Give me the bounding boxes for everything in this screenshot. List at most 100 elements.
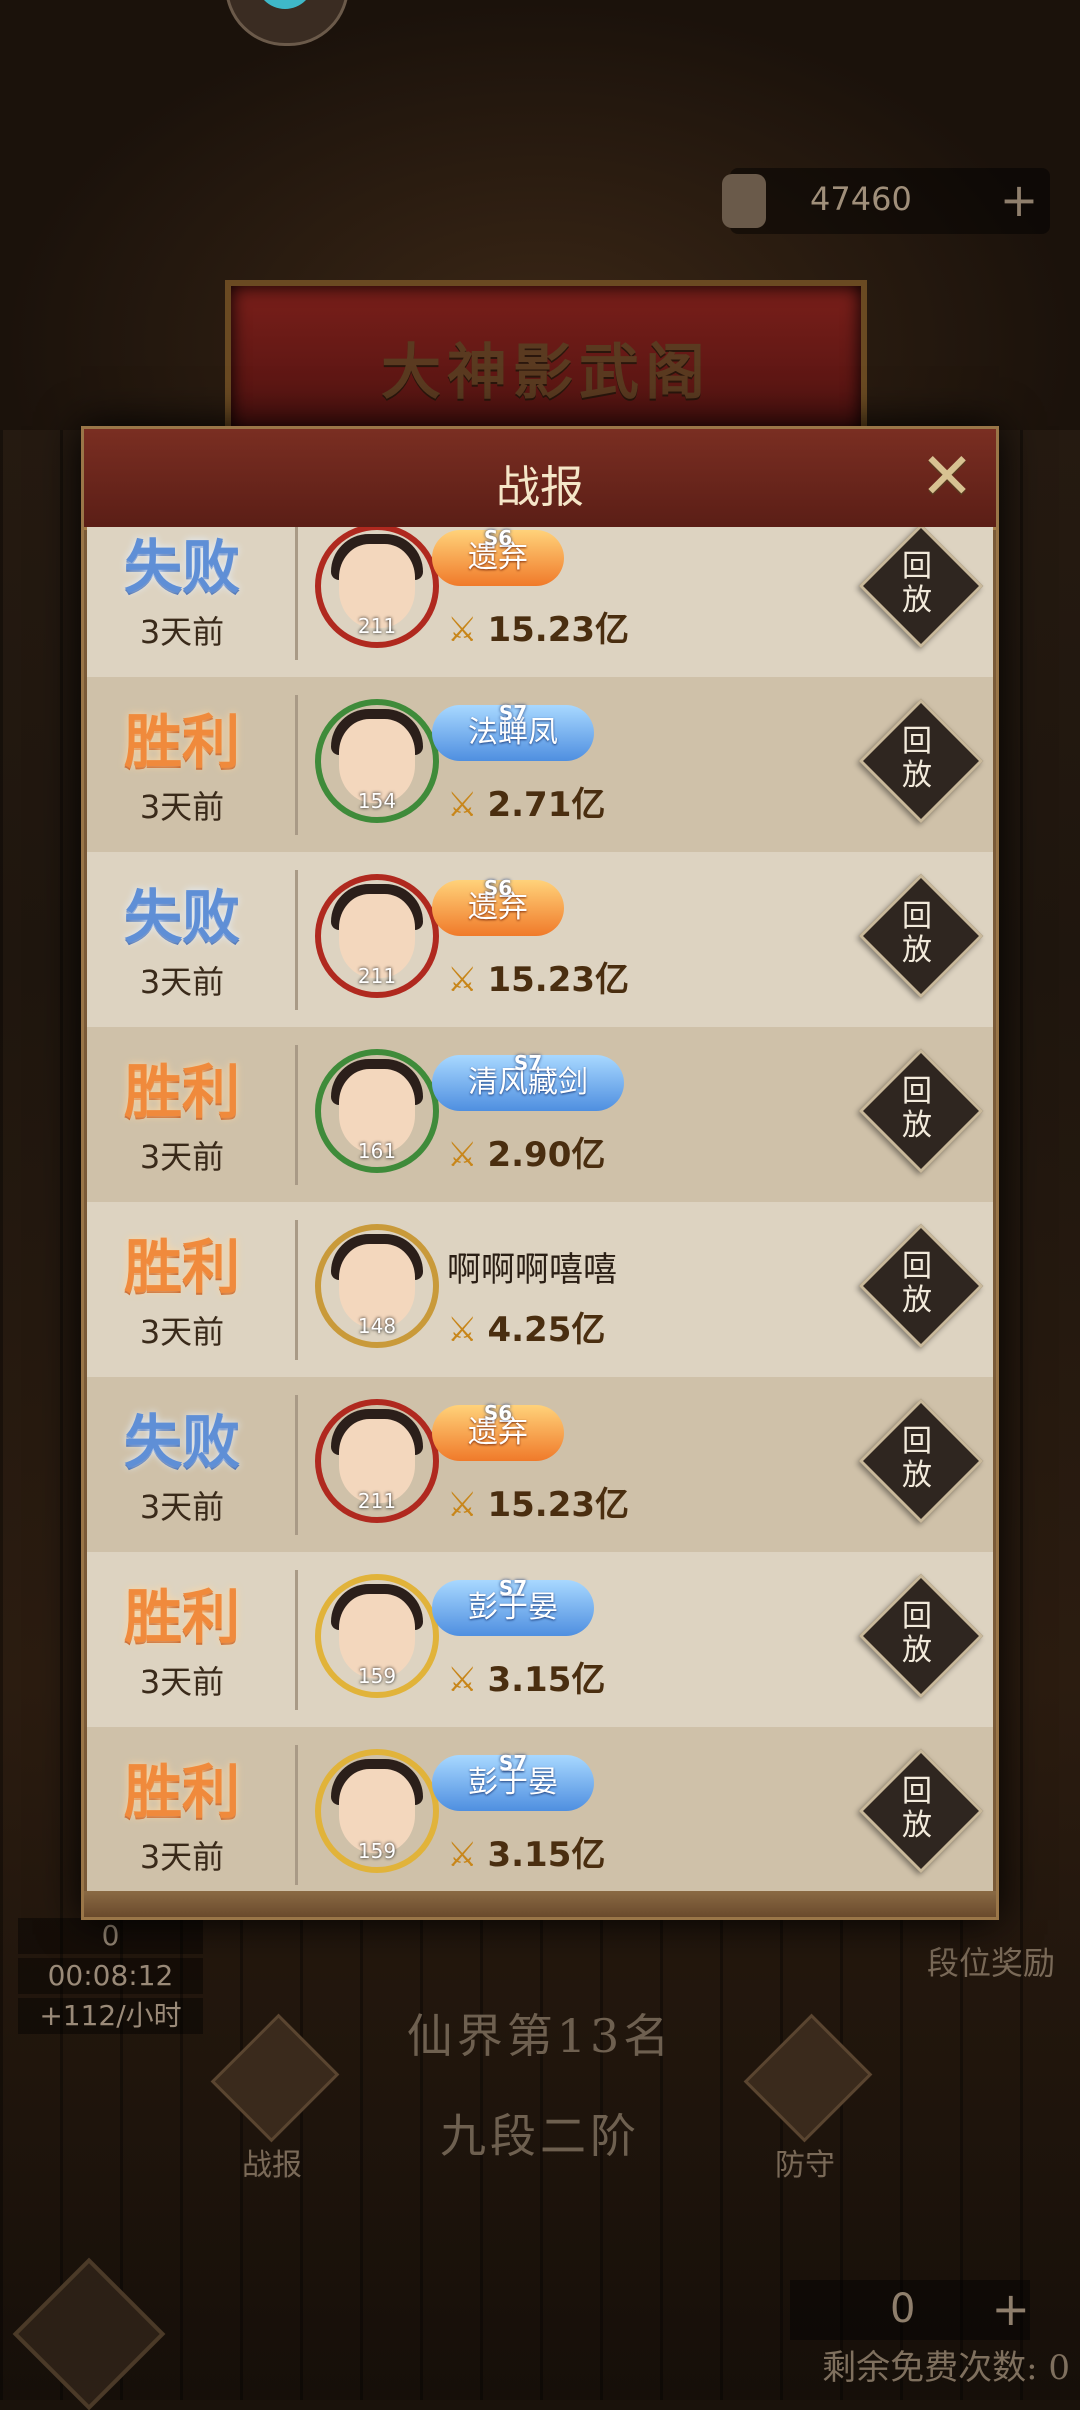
opponent-level: 161: [357, 1139, 397, 1163]
opponent-name-tag: S7 彭于晏: [432, 1576, 594, 1636]
battle-row: 胜利 3天前 161 S7 清风藏剑 ⚔ 2.90亿 回放: [87, 1027, 993, 1202]
close-button[interactable]: ✕: [912, 443, 982, 513]
row-divider: [295, 527, 298, 660]
opponent-level: 159: [357, 1664, 397, 1688]
opponent-power: ⚔ 15.23亿: [447, 1477, 629, 1526]
dialog-title: 战报: [496, 462, 584, 513]
crossed-swords-icon: ⚔: [447, 960, 478, 1000]
battle-result: 失败: [123, 533, 240, 601]
opponent-avatar[interactable]: 211: [315, 1399, 439, 1523]
battle-report-icon: [210, 2013, 340, 2143]
power-value: 2.71亿: [487, 785, 606, 825]
battle-time: 3天前: [139, 788, 225, 826]
battle-time: 3天前: [139, 1663, 225, 1701]
dialog-footer: [84, 1891, 996, 1917]
replay-label: 回放: [857, 1250, 977, 1318]
add-attempts-button[interactable]: +: [991, 2282, 1030, 2336]
opponent-avatar[interactable]: 148: [315, 1224, 439, 1348]
opponent-power: ⚔ 15.23亿: [447, 602, 629, 651]
replay-label-bottom: 放: [902, 1633, 932, 1668]
tier-label: 九段二阶: [440, 2109, 640, 2163]
hall-title-plaque: 大神影武阁: [225, 280, 867, 442]
opponent-avatar[interactable]: 159: [315, 1749, 439, 1873]
replay-label: 回放: [857, 1600, 977, 1668]
battle-result: 胜利: [123, 1758, 240, 1826]
battle-result: 胜利: [123, 1583, 240, 1651]
battle-time: 3天前: [139, 1313, 225, 1351]
season-badge: S7: [498, 1751, 528, 1775]
replay-label-top: 回: [902, 1424, 932, 1459]
shield-icon: [743, 2013, 873, 2143]
power-value: 15.23亿: [487, 960, 630, 1000]
opponent-level: 148: [357, 1314, 397, 1338]
add-currency-button[interactable]: +: [994, 176, 1044, 226]
opponent-avatar[interactable]: 161: [315, 1049, 439, 1173]
opponent-level: 211: [357, 614, 397, 638]
defense-button[interactable]: 防守: [740, 2013, 873, 2183]
opponent-level: 154: [357, 789, 397, 813]
power-value: 15.23亿: [487, 1485, 630, 1525]
power-value: 2.90亿: [487, 1135, 606, 1175]
replay-label-top: 回: [902, 899, 932, 934]
currency-value: 47460: [810, 180, 912, 218]
replay-label: 回放: [857, 1425, 977, 1493]
back-button[interactable]: [12, 2257, 166, 2410]
opponent-avatar[interactable]: 154: [315, 699, 439, 823]
replay-label-top: 回: [902, 1774, 932, 1809]
battle-row: 胜利 3天前 148 啊啊啊嘻嘻 ⚔ 4.25亿 回放: [87, 1202, 993, 1377]
resource-timer-value: 00:08:12: [18, 1958, 203, 1994]
crossed-swords-icon: ⚔: [447, 1835, 478, 1875]
row-divider: [295, 695, 298, 835]
replay-label-bottom: 放: [902, 758, 932, 793]
defense-label: 防守: [775, 2148, 835, 2183]
opponent-avatar[interactable]: 211: [315, 527, 439, 648]
opponent-name: 啊啊啊嘻嘻: [447, 1250, 617, 1290]
battle-time: 3天前: [139, 963, 225, 1001]
dialog-header: 战报 ✕: [84, 429, 996, 530]
crossed-swords-icon: ⚔: [447, 1135, 478, 1175]
currency-display: 47460 +: [722, 168, 1050, 234]
opponent-name-tag: S7 法蝉凤: [432, 701, 594, 761]
opponent-name-tag: S6 遗弃: [432, 527, 564, 586]
crossed-swords-icon: ⚔: [447, 610, 478, 650]
opponent-power: ⚔ 2.71亿: [447, 777, 605, 826]
replay-label-bottom: 放: [902, 933, 932, 968]
opponent-power: ⚔ 3.15亿: [447, 1827, 605, 1876]
battle-result: 失败: [123, 1408, 240, 1476]
arena-lower-panel: 0 00:08:12 +112/小时 仙界第13名 九段二阶 战报 防守 段位奖…: [0, 1900, 1080, 2410]
row-divider: [295, 1570, 298, 1710]
opponent-avatar[interactable]: 211: [315, 874, 439, 998]
mascot-face: [256, 0, 314, 9]
row-divider: [295, 1045, 298, 1185]
replay-label-top: 回: [902, 1249, 932, 1284]
replay-label-top: 回: [902, 549, 932, 584]
replay-label: 回放: [857, 550, 977, 618]
battle-result: 胜利: [123, 708, 240, 776]
hall-roof: 47460 + 大神影武阁: [0, 0, 1080, 442]
opponent-level: 211: [357, 964, 397, 988]
season-badge: S6: [483, 1401, 513, 1425]
battle-time: 3天前: [139, 1838, 225, 1876]
battle-report-dialog: 战报 ✕ 失败 3天前 211 S6 遗弃 ⚔ 15.23亿 回放 胜利 3天前 …: [81, 426, 999, 1920]
power-value: 3.15亿: [487, 1835, 606, 1875]
opponent-power: ⚔ 3.15亿: [447, 1652, 605, 1701]
replay-label-top: 回: [902, 1599, 932, 1634]
replay-label-top: 回: [902, 1074, 932, 1109]
opponent-name-tag: S6 遗弃: [432, 1401, 564, 1461]
replay-label-bottom: 放: [902, 1108, 932, 1143]
rank-reward-button[interactable]: 段位奖励: [927, 1938, 1055, 1984]
realm-rank: 仙界第13名: [406, 2009, 674, 2063]
battle-time: 3天前: [139, 1488, 225, 1526]
opponent-name-tag: S7 彭于晏: [432, 1751, 594, 1811]
opponent-avatar[interactable]: 159: [315, 1574, 439, 1698]
row-divider: [295, 870, 298, 1010]
season-badge: S6: [483, 527, 513, 550]
season-badge: S6: [483, 876, 513, 900]
mascot-icon[interactable]: [225, 0, 349, 46]
crossed-swords-icon: ⚔: [447, 1660, 478, 1700]
battle-report-button[interactable]: 战报: [207, 2013, 340, 2183]
battle-result: 胜利: [123, 1058, 240, 1126]
battle-report-list[interactable]: 失败 3天前 211 S6 遗弃 ⚔ 15.23亿 回放 胜利 3天前 154 S…: [87, 527, 993, 1891]
free-attempts-count: 0: [890, 2286, 916, 2332]
row-divider: [295, 1220, 298, 1360]
